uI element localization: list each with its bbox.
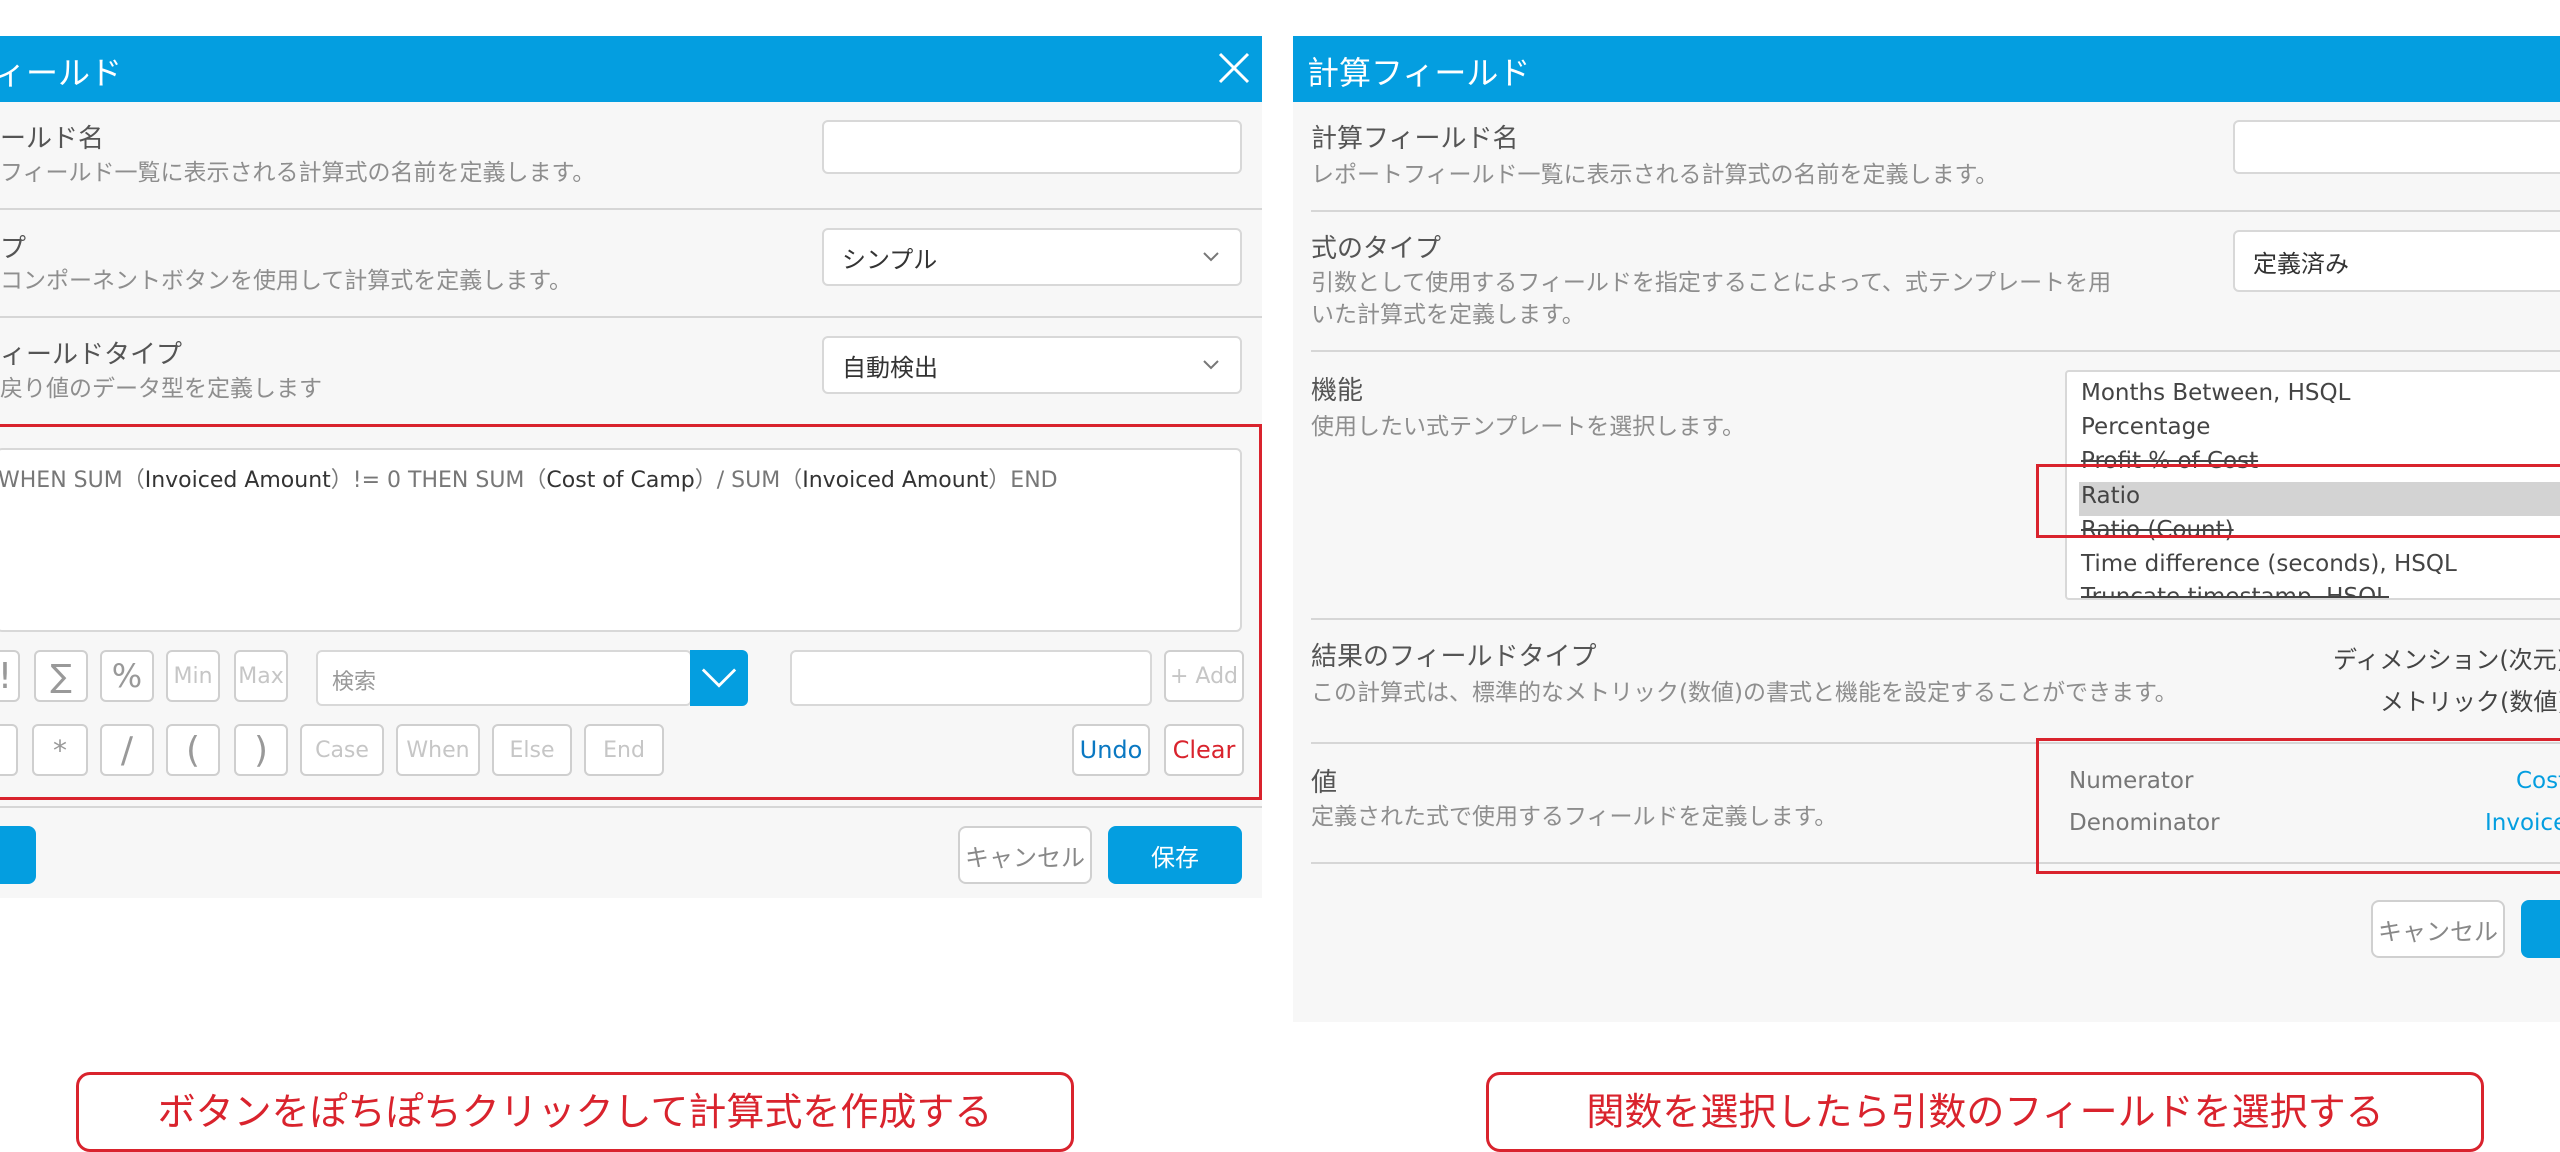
calc-field-name-label: 計算フィールド名 xyxy=(1311,124,1519,154)
type-select[interactable]: シンプル xyxy=(822,228,1242,286)
function-option[interactable]: Percentage xyxy=(2081,414,2210,440)
type-desc: コンポーネントボタンを使用して計算式を定義します。 xyxy=(0,268,573,294)
save-button[interactable]: 保存 xyxy=(1108,826,1242,884)
divider xyxy=(0,208,1262,210)
function-label: 機能 xyxy=(1311,376,1364,406)
function-option[interactable]: Time difference (seconds), HSQL xyxy=(2081,551,2457,577)
type-label: プ xyxy=(0,234,27,264)
chevron-down-icon xyxy=(1203,360,1219,370)
function-option[interactable]: Months Between, HSQL xyxy=(2081,380,2350,406)
left-highlight-box xyxy=(0,424,1262,800)
chevron-down-icon xyxy=(1203,252,1219,262)
calc-field-name-desc: レポートフィールド一覧に表示される計算式の名前を定義します。 xyxy=(1311,162,1999,188)
divider xyxy=(1311,210,2560,212)
left-dialog-title: ィールド xyxy=(0,54,123,92)
result-type-desc: この計算式は、標準的なメトリック(数値)の書式と機能を設定することができます。 xyxy=(1311,680,2178,706)
values-label: 値 xyxy=(1311,768,1338,798)
result-type-option-dimension[interactable]: ディメンション(次元) xyxy=(2333,640,2560,675)
cancel-button[interactable]: キャンセル xyxy=(958,826,1092,884)
function-desc: 使用したい式テンプレートを選択します。 xyxy=(1311,414,1746,440)
formula-type-desc-1: 引数として使用するフィールドを指定することによって、式テンプレートを用 xyxy=(1311,270,2112,296)
field-name-label: ールド名 xyxy=(0,124,105,154)
formula-type-select-value: 定義済み xyxy=(2253,249,2349,278)
close-icon[interactable] xyxy=(1216,50,1252,86)
function-highlight-box xyxy=(2036,464,2560,538)
left-dialog-titlebar: ィールド xyxy=(0,36,1262,102)
field-type-select[interactable]: 自動検出 xyxy=(822,336,1242,394)
left-edge-button[interactable] xyxy=(0,826,36,884)
right-dialog-title: 計算フィールド xyxy=(1307,54,1531,92)
annotation-left: ボタンをぽちぽちクリックして計算式を作成する xyxy=(76,1072,1074,1152)
annotation-right: 関数を選択したら引数のフィールドを選択する xyxy=(1486,1072,2484,1152)
values-highlight-box xyxy=(2036,738,2560,874)
annotation-right-text: 関数を選択したら引数のフィールドを選択する xyxy=(1586,1090,2384,1134)
values-desc: 定義された式で使用するフィールドを定義します。 xyxy=(1311,804,1838,830)
function-option[interactable]: Truncate timestamp, HSQL xyxy=(2081,584,2389,598)
result-type-label: 結果のフィールドタイプ xyxy=(1311,642,1597,672)
cancel-button[interactable]: キャンセル xyxy=(2371,900,2505,958)
formula-type-label: 式のタイプ xyxy=(1311,234,1442,264)
formula-type-select[interactable]: 定義済み xyxy=(2233,230,2560,292)
divider xyxy=(1311,618,2560,620)
annotation-left-text: ボタンをぽちぽちクリックして計算式を作成する xyxy=(157,1090,993,1134)
divider xyxy=(1311,350,2560,352)
save-button-partial[interactable] xyxy=(2521,900,2560,958)
field-name-input[interactable] xyxy=(822,120,1242,174)
formula-type-desc-2: いた計算式を定義します。 xyxy=(1311,302,1585,328)
type-select-value: シンプル xyxy=(842,245,938,274)
calc-field-name-input[interactable] xyxy=(2233,120,2560,174)
divider xyxy=(0,806,1262,808)
field-type-select-value: 自動検出 xyxy=(842,353,938,382)
result-type-option-metric[interactable]: メトリック(数値) xyxy=(2380,682,2560,717)
field-type-label: ィールドタイプ xyxy=(0,340,183,370)
right-dialog-titlebar: 計算フィールド xyxy=(1293,36,2560,102)
field-name-desc: フィールド一覧に表示される計算式の名前を定義します。 xyxy=(0,160,596,186)
divider xyxy=(0,316,1262,318)
field-type-desc: 戻り値のデータ型を定義します xyxy=(0,376,322,402)
